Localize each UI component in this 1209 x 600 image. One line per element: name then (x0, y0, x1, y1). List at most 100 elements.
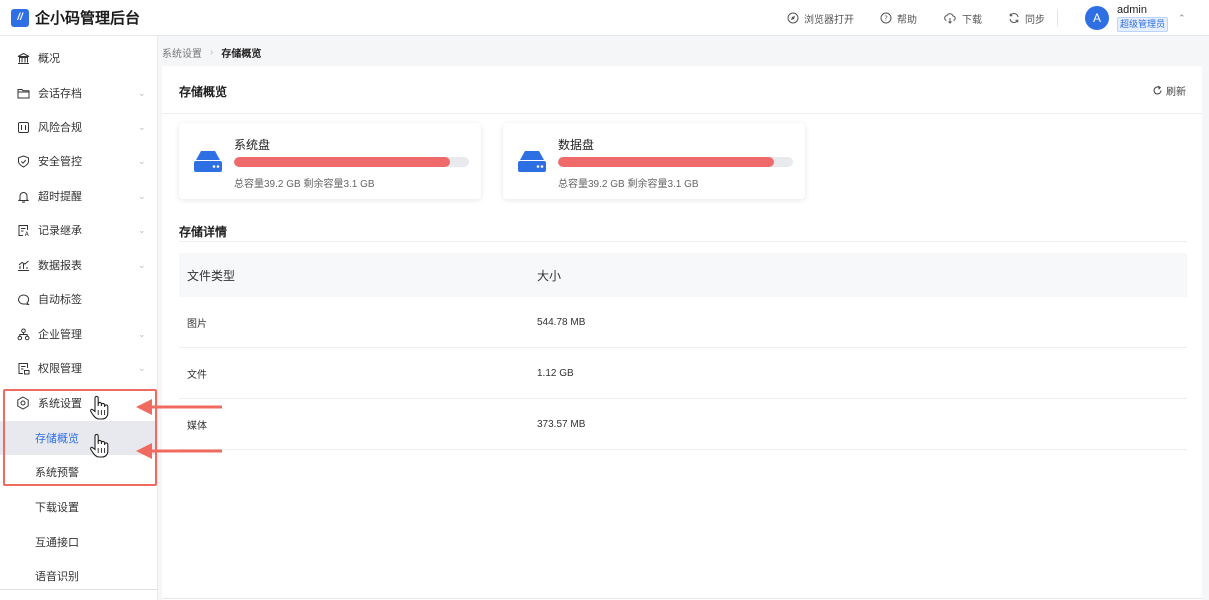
table-row: 文件 1.12 GB (179, 348, 1187, 399)
chart-icon (16, 258, 30, 272)
sidebar-item-auto-tags[interactable]: 自动标签 (0, 282, 158, 316)
tag-chat-icon (16, 292, 30, 306)
disk-card-system: 系统盘 总容量39.2 GB 剩余容量3.1 GB (179, 123, 481, 199)
sync-icon (1009, 13, 1019, 23)
storage-table: 文件类型 大小 图片 544.78 MB 文件 1.12 GB 媒体 373.5… (179, 253, 1187, 450)
top-divider (1057, 10, 1058, 26)
panel-divider (162, 113, 1202, 114)
sidebar-divider (0, 589, 158, 590)
refresh-icon (1153, 85, 1162, 95)
sidebar-item-system-settings[interactable]: 系统设置 (0, 386, 158, 420)
sidebar-item-overview[interactable]: 概况 (0, 41, 158, 75)
chevron-down-icon: ⌄ (138, 259, 146, 270)
disk-usage-fill (234, 157, 451, 167)
app-logo-icon: // (11, 8, 29, 27)
chevron-down-icon: ⌄ (138, 121, 146, 132)
sidebar-subitem-label: 存储概览 (35, 433, 79, 445)
sidebar-item-security[interactable]: 安全管控 ⌄ (0, 144, 158, 178)
user-role-badge: 超级管理员 (1117, 17, 1169, 32)
hard-drive-icon (518, 151, 546, 172)
settings-icon (16, 396, 30, 410)
column-header: 文件类型 (187, 268, 236, 283)
sidebar-subitem-system-alerts[interactable]: 系统预警 (0, 455, 158, 489)
sidebar-item-label: 会话存档 (38, 88, 82, 100)
breadcrumb-parent[interactable]: 系统设置 (162, 45, 202, 60)
disk-card-data: 数据盘 总容量39.2 GB 剩余容量3.1 GB (503, 123, 805, 199)
sidebar-item-label: 安全管控 (38, 156, 82, 168)
sync-button[interactable]: 同步 (1008, 11, 1045, 26)
org-icon (16, 327, 30, 341)
table-cell: 373.57 MB (537, 418, 586, 430)
sidebar-subitem-label: 语音识别 (35, 571, 79, 583)
user-info: admin 超级管理员 (1117, 4, 1169, 32)
sidebar-item-risk-compliance[interactable]: 风险合规 ⌄ (0, 110, 158, 144)
disk-usage-bar (558, 157, 793, 167)
sidebar-item-label: 数据报表 (38, 260, 82, 272)
bell-icon (16, 189, 30, 203)
browser-open-button[interactable]: 浏览器打开 (787, 11, 854, 26)
table-row: 媒体 373.57 MB (179, 399, 1187, 450)
sidebar-item-label: 权限管理 (38, 363, 82, 375)
record-icon: A (16, 223, 30, 237)
top-bar: // 企小码管理后台 浏览器打开 ? 帮助 下载 同步 A admin 超级管理… (0, 0, 1209, 36)
breadcrumb-current: 存储概览 (221, 49, 262, 60)
sidebar-subitem-download-settings[interactable]: 下载设置 (0, 490, 158, 524)
sidebar-subitem-interop-api[interactable]: 互通接口 (0, 525, 158, 559)
disk-usage-bar (234, 157, 469, 167)
hard-drive-icon (194, 151, 222, 172)
app-title: 企小码管理后台 (35, 10, 141, 27)
table-cell: 文件 (187, 369, 207, 381)
chevron-down-icon: ⌄ (138, 190, 146, 201)
sidebar-item-session-archive[interactable]: 会话存档 ⌄ (0, 76, 158, 110)
disk-usage-fill (558, 157, 775, 167)
help-button[interactable]: ? 帮助 (880, 11, 917, 26)
table-cell: 图片 (187, 318, 207, 330)
user-name: admin (1117, 4, 1147, 16)
top-actions: 浏览器打开 ? 帮助 下载 同步 (787, 0, 1071, 36)
refresh-label: 刷新 (1166, 87, 1186, 98)
table-header: 文件类型 大小 (179, 253, 1187, 297)
chevron-down-icon: ⌄ (138, 224, 146, 235)
sidebar-subitem-label: 互通接口 (35, 537, 79, 549)
refresh-button[interactable]: 刷新 (1152, 83, 1186, 98)
section-divider (179, 241, 1187, 242)
book-icon (16, 120, 30, 134)
sidebar-item-label: 概况 (38, 53, 60, 65)
chevron-up-icon: ⌃ (1178, 12, 1186, 23)
sidebar-item-timeout-reminder[interactable]: 超时提醒 ⌄ (0, 179, 158, 213)
column-header: 大小 (537, 268, 562, 283)
svg-text:A: A (24, 231, 29, 237)
table-row: 图片 544.78 MB (179, 297, 1187, 348)
sidebar-item-label: 风险合规 (38, 122, 82, 134)
avatar: A (1085, 6, 1109, 30)
bank-icon (16, 51, 30, 65)
disk-name: 数据盘 (558, 138, 595, 152)
disk-capacity-text: 总容量39.2 GB 剩余容量3.1 GB (558, 179, 699, 190)
sidebar-item-enterprise[interactable]: 企业管理 ⌄ (0, 317, 158, 351)
sidebar-subitem-speech-recognition[interactable]: 语音识别 (0, 559, 158, 593)
chevron-down-icon: ⌄ (138, 328, 146, 339)
shield-check-icon (16, 154, 30, 168)
sidebar-item-label: 企业管理 (38, 329, 82, 341)
sidebar-item-label: 超时提醒 (38, 191, 82, 203)
download-label: 下载 (962, 14, 982, 26)
chevron-down-icon: ⌄ (138, 362, 146, 373)
chevron-down-icon: ⌄ (138, 155, 146, 166)
sidebar-item-label: 系统设置 (38, 398, 82, 410)
sidebar-item-data-reports[interactable]: 数据报表 ⌄ (0, 248, 158, 282)
help-label: 帮助 (897, 14, 917, 26)
sync-label: 同步 (1025, 14, 1045, 26)
table-cell: 媒体 (187, 420, 207, 432)
sidebar-subitem-storage-overview[interactable]: 存储概览 (0, 421, 158, 455)
browser-open-label: 浏览器打开 (804, 14, 854, 26)
folder-icon (16, 86, 30, 100)
disk-capacity-text: 总容量39.2 GB 剩余容量3.1 GB (234, 179, 375, 190)
sidebar-item-record-inherit[interactable]: A 记录继承 ⌄ (0, 213, 158, 247)
table-cell: 544.78 MB (537, 316, 586, 328)
page-title: 存储概览 (179, 85, 228, 99)
chevron-down-icon: ⌄ (138, 87, 146, 98)
user-menu[interactable]: A admin 超级管理员 ⌃ (1085, 2, 1186, 34)
download-button[interactable]: 下载 (943, 11, 982, 26)
sidebar-item-permissions[interactable]: 权限管理 ⌄ (0, 351, 158, 385)
brand[interactable]: // 企小码管理后台 (0, 0, 140, 35)
